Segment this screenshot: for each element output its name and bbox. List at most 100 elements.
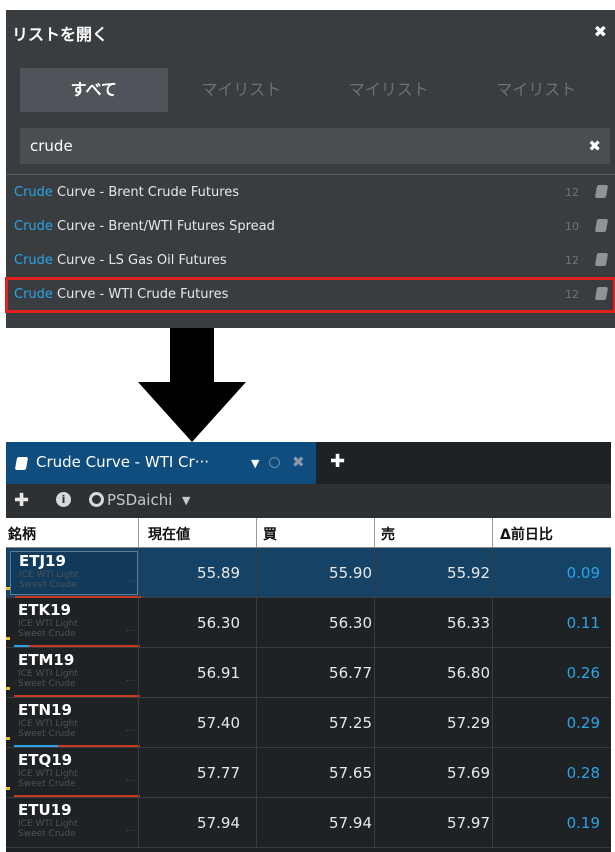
symbol-desc: ICE WTI Light Sweet Crude — [19, 570, 79, 590]
search-input[interactable] — [20, 128, 570, 164]
table-row[interactable]: ETM19 ICE WTI Light Sweet Crude ··· 56.91… — [6, 648, 611, 698]
symbol: ETJ19 — [19, 552, 66, 570]
caret-down-icon[interactable]: ▼ — [182, 494, 190, 507]
marker — [6, 637, 10, 640]
symbol-desc: ICE WTI Light Sweet Crude — [18, 669, 78, 689]
more-icon[interactable]: ··· — [126, 826, 136, 837]
bid-price: 57.94 — [329, 814, 372, 832]
marker — [6, 687, 10, 690]
list-item[interactable]: Crude Curve - Brent/WTI Futures Spread 1… — [6, 210, 615, 244]
ask-price: 57.29 — [447, 714, 490, 732]
bid-price: 57.25 — [329, 714, 372, 732]
more-icon[interactable]: ··· — [126, 676, 136, 687]
table-row[interactable]: ETN19 ICE WTI Light Sweet Crude ··· 57.40… — [6, 698, 611, 748]
tab-mylist-3[interactable]: マイリスト — [463, 68, 611, 112]
item-count: 12 — [565, 186, 579, 199]
info-icon[interactable]: i — [56, 492, 71, 507]
search-box: ✖ — [20, 128, 610, 164]
bid-price: 56.30 — [329, 614, 372, 632]
last-price: 56.30 — [197, 614, 240, 632]
col-bid[interactable]: 買 — [263, 524, 277, 544]
clear-search-icon[interactable]: ✖ — [588, 137, 601, 155]
table-row[interactable]: ETU19 ICE WTI Light Sweet Crude ··· 57.94… — [6, 798, 611, 848]
bid-price: 56.77 — [329, 664, 372, 682]
result-list: Crude Curve - Brent Crude Futures 12 Cru… — [5, 176, 615, 313]
arrow-down-icon — [138, 328, 246, 442]
list-item[interactable]: Crude Curve - LS Gas Oil Futures 12 — [6, 244, 615, 278]
tab-all[interactable]: すべて — [20, 68, 168, 112]
range-bar — [14, 795, 140, 797]
table-row[interactable]: ETJ19 ICE WTI Light Sweet Crude ··· 55.89… — [6, 548, 611, 598]
item-count: 12 — [565, 254, 579, 267]
change-value: 0.11 — [566, 614, 600, 632]
list-item[interactable]: Crude Curve - Brent Crude Futures 12 — [6, 176, 615, 210]
last-price: 56.91 — [197, 664, 240, 682]
range-bar — [14, 695, 140, 697]
col-ask[interactable]: 売 — [381, 524, 395, 544]
change-value: 0.26 — [566, 664, 600, 682]
tab-label: Crude Curve - WTI Cr··· — [36, 453, 209, 471]
match-highlight: Crude — [14, 253, 53, 268]
match-highlight: Crude — [14, 287, 53, 302]
change-value: 0.19 — [566, 814, 600, 832]
col-last[interactable]: 現在値 — [148, 524, 190, 544]
link-ring-icon[interactable] — [269, 457, 280, 468]
match-highlight: Crude — [14, 185, 53, 200]
close-tab-icon[interactable]: ✖ — [292, 453, 305, 471]
last-price: 57.77 — [197, 764, 240, 782]
dialog-titlebar: リストを開く ✖ — [6, 10, 615, 55]
tab-crude-curve[interactable]: Crude Curve - WTI Cr··· ▼ ✖ — [6, 442, 316, 484]
more-icon[interactable]: ··· — [126, 776, 136, 787]
quote-table: ETJ19 ICE WTI Light Sweet Crude ··· 55.89… — [6, 548, 611, 848]
symbol-cell[interactable]: ETQ19 ICE WTI Light Sweet Crude ··· — [10, 751, 140, 797]
item-count: 12 — [565, 288, 579, 301]
globe-icon — [89, 492, 104, 507]
tab-mylist-2[interactable]: マイリスト — [315, 68, 463, 112]
symbol-cell[interactable]: ETM19 ICE WTI Light Sweet Crude ··· — [10, 651, 140, 697]
list-item-label: Curve - LS Gas Oil Futures — [52, 253, 227, 268]
marker — [6, 737, 10, 740]
more-icon[interactable]: ··· — [126, 626, 136, 637]
list-item-label: Curve - WTI Crude Futures — [52, 287, 229, 302]
book-icon — [594, 253, 609, 266]
change-value: 0.09 — [566, 564, 600, 582]
symbol-cell[interactable]: ETK19 ICE WTI Light Sweet Crude ··· — [10, 601, 140, 647]
symbol-cell[interactable]: ETN19 ICE WTI Light Sweet Crude ··· — [10, 701, 140, 747]
symbol: ETQ19 — [18, 751, 73, 769]
more-icon[interactable]: ··· — [127, 577, 137, 588]
range-bar-fill — [14, 645, 29, 647]
symbol: ETM19 — [18, 651, 75, 669]
symbol-cell[interactable]: ETU19 ICE WTI Light Sweet Crude ··· — [10, 801, 138, 845]
bid-price: 57.65 — [329, 764, 372, 782]
tab-mylist-1[interactable]: マイリスト — [168, 68, 316, 112]
bid-price: 55.90 — [329, 564, 372, 582]
book-icon — [14, 457, 29, 470]
table-row[interactable]: ETK19 ICE WTI Light Sweet Crude ··· 56.30… — [6, 598, 611, 648]
book-icon — [594, 287, 609, 300]
change-value: 0.29 — [566, 714, 600, 732]
table-row[interactable]: ETQ19 ICE WTI Light Sweet Crude ··· 57.77… — [6, 748, 611, 798]
more-icon[interactable]: ··· — [126, 726, 136, 737]
dialog-title: リストを開く — [12, 25, 109, 44]
symbol-desc: ICE WTI Light Sweet Crude — [18, 819, 78, 839]
caret-down-icon[interactable]: ▼ — [251, 457, 259, 470]
match-highlight: Crude — [14, 219, 53, 234]
list-item-selected[interactable]: Crude Curve - WTI Crude Futures 12 — [5, 277, 615, 313]
last-price: 57.40 — [197, 714, 240, 732]
account-name[interactable]: PSDaichi — [107, 491, 172, 509]
list-item-label: Curve - Brent Crude Futures — [52, 185, 240, 200]
symbol-desc: ICE WTI Light Sweet Crude — [18, 719, 78, 739]
plus-icon[interactable]: ✚ — [14, 490, 29, 511]
last-price: 57.94 — [197, 814, 240, 832]
col-change[interactable]: Δ前日比 — [500, 524, 553, 544]
book-icon — [594, 185, 609, 198]
open-list-dialog: リストを開く ✖ すべて マイリスト マイリスト マイリスト ✖ Crude C… — [5, 10, 615, 328]
close-icon[interactable]: ✖ — [594, 22, 607, 41]
symbol-cell[interactable]: ETJ19 ICE WTI Light Sweet Crude ··· — [10, 551, 141, 598]
add-tab-button[interactable]: ✚ — [330, 451, 345, 472]
table-header: 銘柄 現在値 買 売 Δ前日比 — [6, 518, 611, 548]
col-symbol[interactable]: 銘柄 — [8, 524, 36, 544]
symbol: ETU19 — [18, 801, 72, 819]
list-item-label: Curve - Brent/WTI Futures Spread — [52, 219, 275, 234]
ask-price: 57.69 — [447, 764, 490, 782]
